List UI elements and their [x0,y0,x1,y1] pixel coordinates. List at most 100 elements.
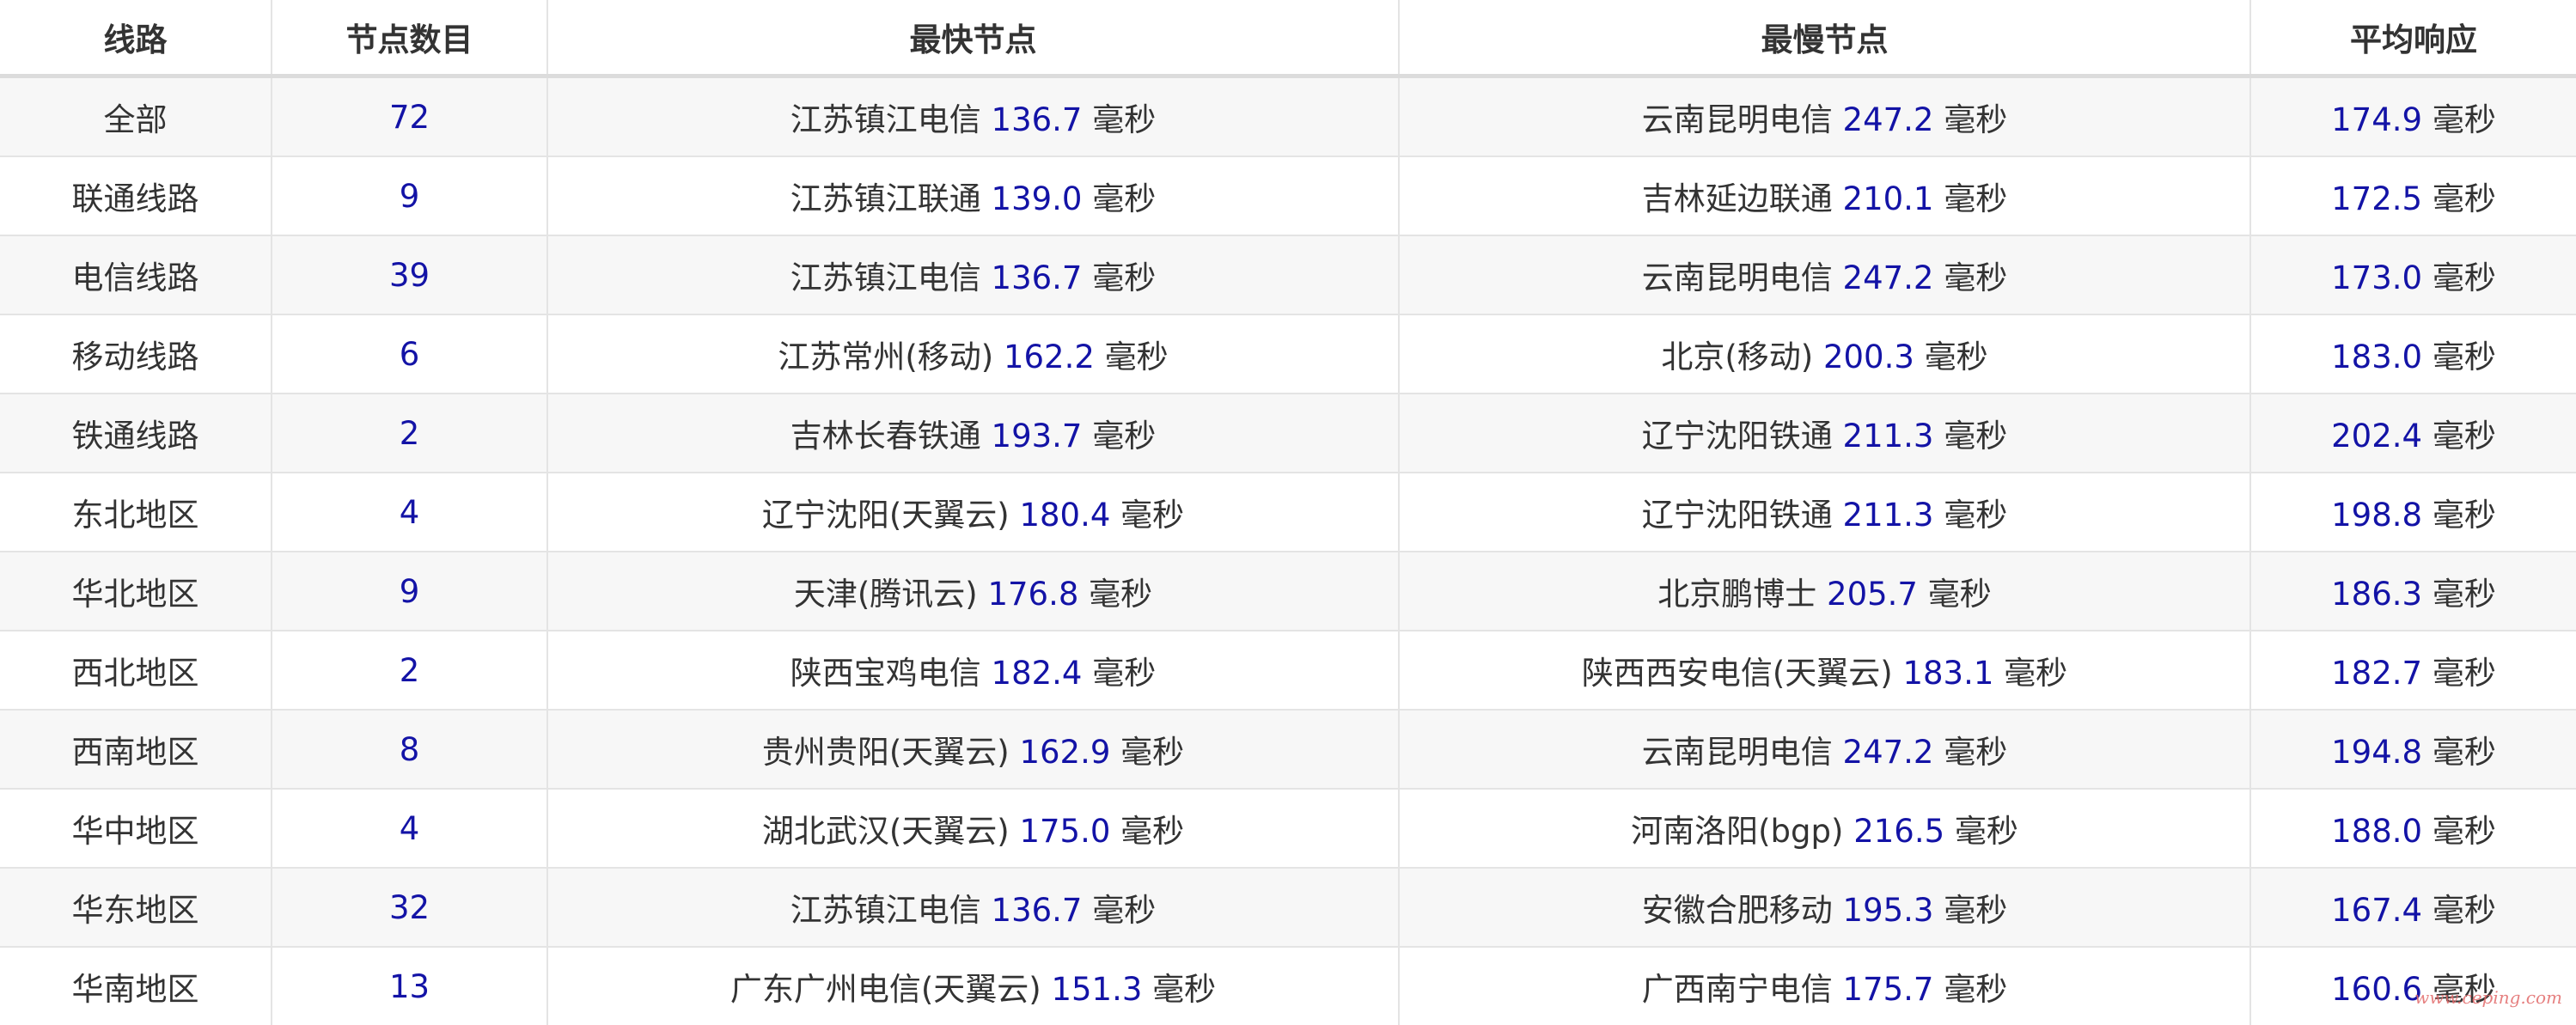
fastest-node-cell-ms: 162.9 [1019,734,1110,771]
slowest-node-cell-name: 陕西西安电信(天翼云) [1582,655,1893,692]
node-count-cell: 32 [272,868,547,947]
header-slowest-node: 最慢节点 [1399,0,2250,76]
fastest-node-cell-unit: 毫秒 [1152,971,1216,1008]
fastest-node-cell-name: 江苏常州(移动) [778,339,993,375]
node-count-cell: 8 [272,710,547,789]
average-ms: 167.4 [2331,892,2422,929]
table-row: 西北地区2陕西宝鸡电信 182.4 毫秒陕西西安电信(天翼云) 183.1 毫秒… [0,631,2576,710]
line-cell: 华东地区 [0,868,272,947]
line-cell-value: 西南地区 [72,734,199,771]
fastest-node-cell-unit: 毫秒 [1120,497,1184,534]
line-cell-value: 移动线路 [72,339,199,375]
line-cell-value: 东北地区 [72,497,199,534]
table-row: 华中地区4湖北武汉(天翼云) 175.0 毫秒河南洛阳(bgp) 216.5 毫… [0,789,2576,868]
slowest-node-cell-unit: 毫秒 [2004,655,2067,692]
table-row: 移动线路6江苏常州(移动) 162.2 毫秒北京(移动) 200.3 毫秒183… [0,314,2576,394]
fastest-node-cell-ms: 136.7 [992,892,1083,929]
line-cell: 东北地区 [0,473,272,552]
average-ms: 188.0 [2331,813,2422,850]
line-cell-value: 华北地区 [72,576,199,613]
fastest-node-cell-name: 江苏镇江电信 [791,892,981,929]
average-ms: 202.4 [2331,418,2422,455]
table-row: 东北地区4辽宁沈阳(天翼云) 180.4 毫秒辽宁沈阳铁通 211.3 毫秒19… [0,473,2576,552]
slowest-node-cell-ms: 210.1 [1843,180,1934,217]
line-cell-value: 华中地区 [72,813,199,850]
node-count-cell: 39 [272,235,547,314]
fastest-node-cell-name: 江苏镇江电信 [791,259,981,296]
fastest-node-cell-unit: 毫秒 [1092,655,1156,692]
ping-results-table: 线路 节点数目 最快节点 最慢节点 平均响应 全部72江苏镇江电信 136.7 … [0,0,2576,1025]
node-count-cell-value: 2 [400,652,420,689]
slowest-node-cell: 北京鹏博士 205.7 毫秒 [1399,552,2250,631]
slowest-node-cell-name: 云南昆明电信 [1642,734,1833,771]
slowest-node-cell-unit: 毫秒 [1928,576,1992,613]
table-row: 全部72江苏镇江电信 136.7 毫秒云南昆明电信 247.2 毫秒174.9 … [0,76,2576,157]
line-cell-value: 电信线路 [72,259,199,296]
node-count-cell-value: 6 [400,336,420,373]
node-count-cell-value: 32 [389,889,430,926]
fastest-node-cell: 天津(腾讯云) 176.8 毫秒 [547,552,1399,631]
slowest-node-cell: 云南昆明电信 247.2 毫秒 [1399,710,2250,789]
slowest-node-cell: 安徽合肥移动 195.3 毫秒 [1399,868,2250,947]
fastest-node-cell-unit: 毫秒 [1120,734,1184,771]
slowest-node-cell: 辽宁沈阳铁通 211.3 毫秒 [1399,394,2250,473]
line-cell: 联通线路 [0,156,272,235]
slowest-node-cell-ms: 195.3 [1843,892,1934,929]
header-node-count: 节点数目 [272,0,547,76]
line-cell-value: 华东地区 [72,892,199,929]
fastest-node-cell: 江苏镇江电信 136.7 毫秒 [547,235,1399,314]
slowest-node-cell-ms: 205.7 [1827,576,1918,613]
slowest-node-cell-unit: 毫秒 [1944,180,2007,217]
average-cell: 186.3 毫秒 [2250,552,2576,631]
average-cell: 198.8 毫秒 [2250,473,2576,552]
node-count-cell: 2 [272,631,547,710]
table-header: 线路 节点数目 最快节点 最慢节点 平均响应 [0,0,2576,76]
slowest-node-cell-name: 广西南宁电信 [1642,971,1833,1008]
node-count-cell: 4 [272,789,547,868]
fastest-node-cell-ms: 162.2 [1004,339,1095,375]
slowest-node-cell-ms: 247.2 [1843,101,1934,138]
slowest-node-cell-unit: 毫秒 [1944,892,2007,929]
average-cell: 167.4 毫秒 [2250,868,2576,947]
table-row: 华北地区9天津(腾讯云) 176.8 毫秒北京鹏博士 205.7 毫秒186.3… [0,552,2576,631]
fastest-node-cell-unit: 毫秒 [1092,418,1156,455]
slowest-node-cell-unit: 毫秒 [1944,418,2007,455]
fastest-node-cell-ms: 139.0 [992,180,1083,217]
node-count-cell: 2 [272,394,547,473]
fastest-node-cell: 江苏常州(移动) 162.2 毫秒 [547,314,1399,394]
average-unit: 毫秒 [2433,497,2496,534]
header-row: 线路 节点数目 最快节点 最慢节点 平均响应 [0,0,2576,76]
average-unit: 毫秒 [2433,418,2496,455]
node-count-cell-value: 13 [389,968,430,1005]
average-cell: 173.0 毫秒 [2250,235,2576,314]
fastest-node-cell: 江苏镇江电信 136.7 毫秒 [547,76,1399,157]
slowest-node-cell-name: 北京(移动) [1661,339,1813,375]
slowest-node-cell-ms: 183.1 [1902,655,1993,692]
average-unit: 毫秒 [2433,813,2496,850]
slowest-node-cell-name: 辽宁沈阳铁通 [1642,418,1833,455]
line-cell: 华南地区 [0,947,272,1025]
node-count-cell-value: 4 [400,494,420,531]
line-cell: 全部 [0,76,272,157]
slowest-node-cell-ms: 247.2 [1843,734,1934,771]
slowest-node-cell-ms: 175.7 [1843,971,1934,1008]
slowest-node-cell-name: 吉林延边联通 [1642,180,1833,217]
node-count-cell: 6 [272,314,547,394]
average-cell: 188.0 毫秒 [2250,789,2576,868]
fastest-node-cell-unit: 毫秒 [1092,180,1156,217]
slowest-node-cell-name: 云南昆明电信 [1642,101,1833,138]
table-row: 华东地区32江苏镇江电信 136.7 毫秒安徽合肥移动 195.3 毫秒167.… [0,868,2576,947]
fastest-node-cell: 吉林长春铁通 193.7 毫秒 [547,394,1399,473]
average-ms: 173.0 [2331,259,2422,296]
slowest-node-cell-name: 北京鹏博士 [1657,576,1816,613]
slowest-node-cell-ms: 247.2 [1843,259,1934,296]
slowest-node-cell: 云南昆明电信 247.2 毫秒 [1399,76,2250,157]
slowest-node-cell-unit: 毫秒 [1944,971,2007,1008]
average-ms: 174.9 [2331,101,2422,138]
table-row: 联通线路9江苏镇江联通 139.0 毫秒吉林延边联通 210.1 毫秒172.5… [0,156,2576,235]
slowest-node-cell-unit: 毫秒 [1944,101,2007,138]
slowest-node-cell-unit: 毫秒 [1944,259,2007,296]
average-cell: 160.6 毫秒 [2250,947,2576,1025]
line-cell-value: 铁通线路 [72,418,199,455]
slowest-node-cell: 河南洛阳(bgp) 216.5 毫秒 [1399,789,2250,868]
